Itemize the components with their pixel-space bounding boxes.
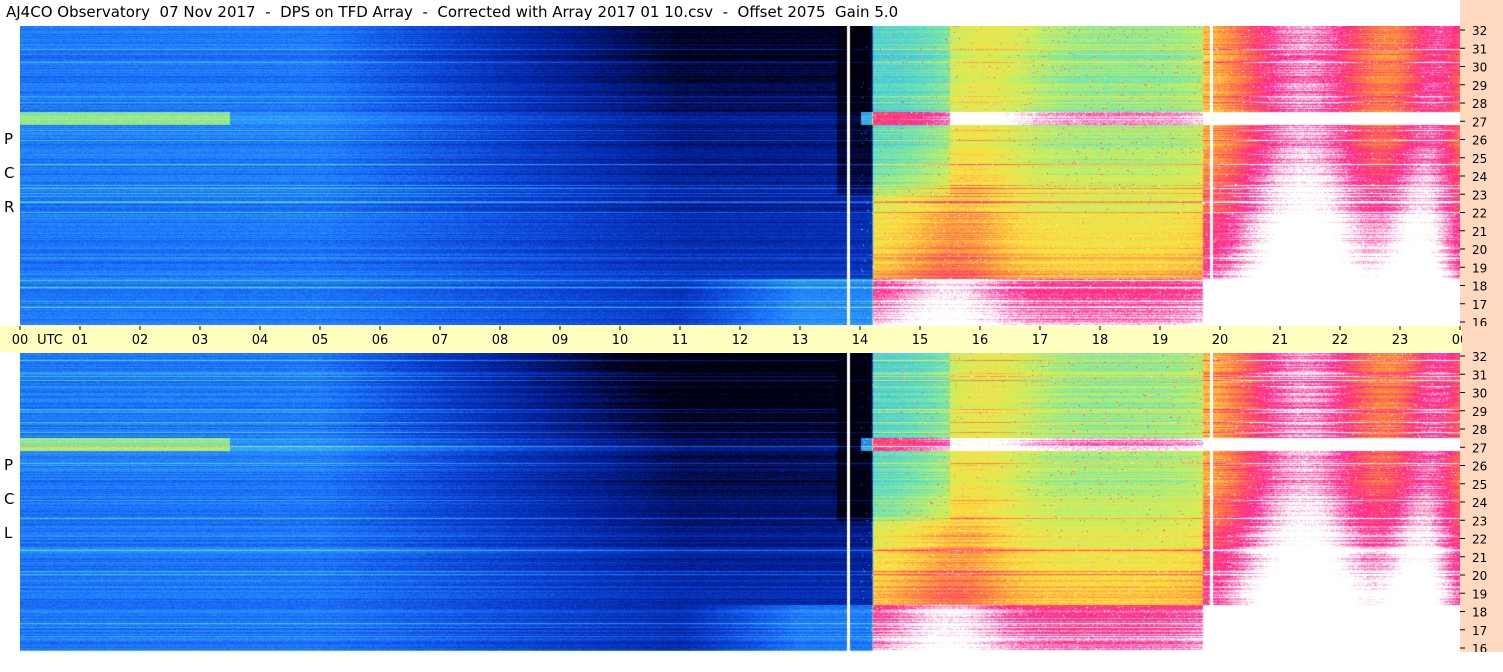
freq-tick-label: 31 <box>1472 368 1487 382</box>
freq-tick-label: 18 <box>1472 280 1487 294</box>
freq-tick-label: 30 <box>1472 387 1487 401</box>
time-tick-label: 10 <box>612 333 629 348</box>
freq-tick-label: 25 <box>1472 478 1487 492</box>
time-tick-label: 03 <box>192 333 209 348</box>
time-tick-label: 02 <box>132 333 149 348</box>
time-tick-label: 12 <box>732 333 749 348</box>
time-tick-label: 14 <box>852 333 869 348</box>
lcp-letter-l: L <box>4 524 13 542</box>
time-tick-label: 06 <box>372 333 389 348</box>
lcp-letter-c: C <box>4 490 15 508</box>
chart-title: AJ4CO Observatory 07 Nov 2017 - DPS on T… <box>6 3 899 21</box>
freq-tick-label: 32 <box>1472 26 1487 38</box>
time-tick-label: 09 <box>552 333 569 348</box>
freq-tick-label: 27 <box>1472 115 1487 129</box>
freq-tick-label: 23 <box>1472 188 1487 202</box>
lcp-frequency-axis: 16 17 18 19 20 21 22 23 24 25 26 27 28 29 30 31 32 <box>1460 350 1503 656</box>
time-tick-label: 21 <box>1272 333 1289 348</box>
time-tick-label: 05 <box>312 333 329 348</box>
lcp-frequency-ticks: 16 17 18 19 20 21 22 23 24 25 26 27 28 29 30 31 32 <box>1460 350 1487 656</box>
freq-tick-label: 16 <box>1472 642 1487 652</box>
time-tick-label: 19 <box>1152 333 1169 348</box>
freq-tick-label: 26 <box>1472 460 1487 474</box>
time-tick-label: 17 <box>1032 333 1049 348</box>
lcp-letter-p: P <box>4 456 14 474</box>
freq-tick-label: 26 <box>1472 134 1487 148</box>
time-tick-label: 04 <box>252 333 269 348</box>
time-axis-ticks: 00 UTC 01 02 03 04 05 06 07 08 09 10 11 12 13 14 15 16 17 1… <box>12 326 1498 348</box>
time-tick-label: 22 <box>1332 333 1349 348</box>
freq-tick-label: 28 <box>1472 97 1487 111</box>
lcp-spectrogram-panel <box>20 353 1460 651</box>
freq-tick-label: 20 <box>1472 243 1487 257</box>
freq-tick-label: 17 <box>1472 298 1487 312</box>
rcp-spectrogram-panel <box>20 26 1460 325</box>
time-tick-label: 07 <box>432 333 449 348</box>
time-tick-label: 00 <box>1452 333 1462 348</box>
freq-tick-label: 23 <box>1472 514 1487 528</box>
time-tick-label: 16 <box>972 333 989 348</box>
freq-tick-label: 24 <box>1472 170 1487 184</box>
rcp-label: P C R <box>2 120 18 230</box>
time-axis: 00 UTC 01 02 03 04 05 06 07 08 09 10 11 12 13 14 15 16 17 1… <box>0 326 1498 352</box>
time-tick-label: 01 <box>72 333 89 348</box>
freq-unit-cell <box>1462 326 1503 352</box>
time-tick-label: 00 <box>12 333 29 348</box>
rcp-spectrogram <box>20 26 1460 325</box>
rcp-letter-p: P <box>4 130 14 148</box>
freq-tick-label: 20 <box>1472 569 1487 583</box>
freq-tick-label: 19 <box>1472 587 1487 601</box>
time-tick-label: 08 <box>492 333 509 348</box>
rcp-frequency-ticks: 16 17 18 19 20 21 22 23 24 25 26 27 28 29 30 31 32 <box>1460 24 1487 330</box>
time-tick-label: 18 <box>1092 333 1109 348</box>
freq-tick-label: 24 <box>1472 496 1487 510</box>
freq-tick-label: 18 <box>1472 606 1487 620</box>
freq-tick-label: 32 <box>1472 352 1487 364</box>
time-tick-label: 15 <box>912 333 929 348</box>
rcp-letter-r: R <box>4 198 15 216</box>
lcp-spectrogram <box>20 353 1460 651</box>
lcp-label: P C L <box>2 446 18 556</box>
freq-tick-label: 16 <box>1472 316 1487 326</box>
freq-axis-corner <box>1460 0 1503 26</box>
freq-tick-label: 27 <box>1472 441 1487 455</box>
freq-tick-label: 30 <box>1472 61 1487 75</box>
freq-tick-label: 29 <box>1472 405 1487 419</box>
time-tick-label: 20 <box>1212 333 1229 348</box>
freq-tick-label: 31 <box>1472 42 1487 56</box>
rcp-letter-c: C <box>4 164 15 182</box>
freq-tick-label: 22 <box>1472 207 1487 221</box>
rcp-frequency-axis: 16 17 18 19 20 21 22 23 24 25 26 27 28 29 30 31 32 <box>1460 24 1503 330</box>
time-axis-unit: UTC <box>37 333 63 348</box>
freq-tick-label: 21 <box>1472 225 1487 239</box>
freq-tick-label: 21 <box>1472 551 1487 565</box>
freq-tick-label: 25 <box>1472 152 1487 166</box>
freq-tick-label: 29 <box>1472 79 1487 93</box>
freq-tick-label: 17 <box>1472 624 1487 638</box>
freq-tick-label: 28 <box>1472 423 1487 437</box>
time-tick-label: 13 <box>792 333 809 348</box>
time-tick-label: 23 <box>1392 333 1409 348</box>
freq-tick-label: 22 <box>1472 533 1487 547</box>
time-tick-label: 11 <box>672 333 689 348</box>
freq-tick-label: 19 <box>1472 261 1487 275</box>
